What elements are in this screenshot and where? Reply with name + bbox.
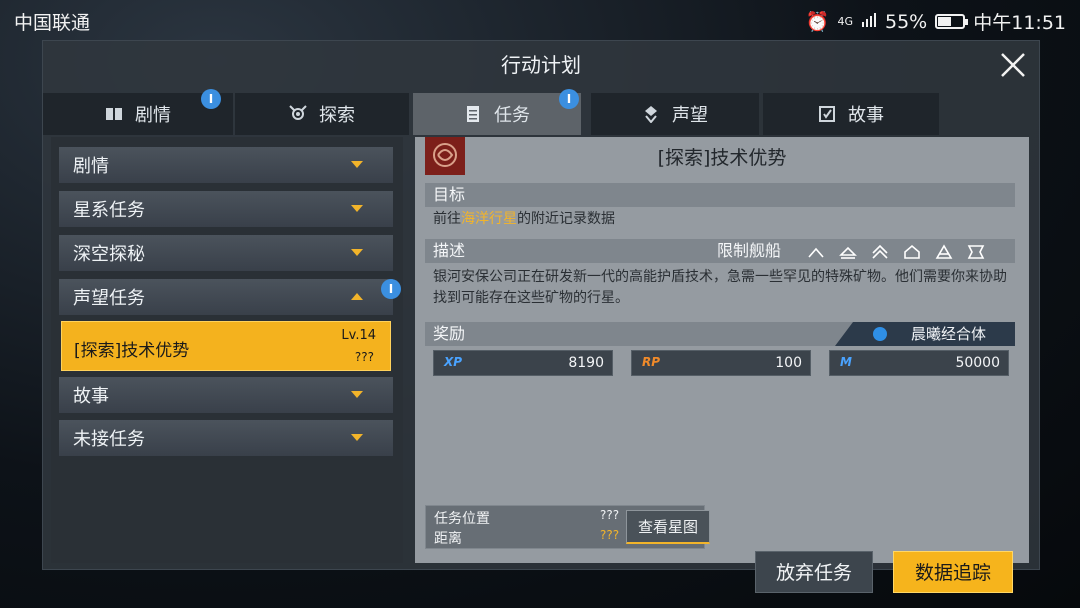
abandon-quest-button[interactable]: 放弃任务 [755, 551, 873, 593]
tab-label: 声望 [672, 105, 708, 126]
chevron-down-icon [351, 205, 363, 212]
reward-currency: M 50000 [829, 350, 1009, 376]
mission-icon [464, 105, 482, 123]
tab-label: 故事 [848, 105, 884, 126]
reward-key: RP [642, 355, 661, 369]
status-right: ⏰ 4G 55% 中午11:51 [806, 8, 1066, 35]
quest-name: [探索]技术优势 [74, 341, 190, 361]
description-text: 银河安保公司正在研发新一代的高能护盾技术，急需一些罕见的特殊矿物。他们需要你来协… [433, 269, 1007, 306]
reward-value: 8190 [568, 355, 604, 371]
category-label: 星系任务 [73, 200, 145, 221]
chevron-down-icon [351, 434, 363, 441]
ship-class-icon [871, 243, 889, 259]
reward-faction-banner: 晨曦经合体 [835, 322, 1015, 346]
view-starmap-button[interactable]: 查看星图 [626, 510, 710, 544]
tab-mission[interactable]: 任务 I [413, 89, 581, 135]
tab-bar: 剧情 I 探索 任务 I 声望 故事 [43, 89, 939, 135]
tab-story[interactable]: 剧情 I [43, 89, 233, 135]
reward-value: 50000 [955, 355, 1000, 371]
ship-class-icon [807, 243, 825, 259]
window-title: 行动计划 [501, 53, 581, 77]
chevron-down-icon [351, 391, 363, 398]
ship-class-icon [839, 243, 857, 259]
ship-class-icon [903, 243, 921, 259]
objective-header: 目标 [425, 183, 1015, 207]
description-header: 描述 限制舰船 [425, 239, 1015, 263]
clock: 中午11:51 [973, 12, 1066, 34]
ship-class-icon [967, 243, 985, 259]
objective-prefix: 前往 [433, 211, 461, 227]
chevron-down-icon [351, 249, 363, 256]
tab-label: 任务 [494, 105, 530, 126]
category-story-log[interactable]: 故事 [59, 377, 393, 413]
quest-title: [探索]技术优势 [657, 147, 787, 169]
battery-icon [935, 14, 969, 29]
location-label: 任务位置 [434, 511, 490, 527]
ship-restriction-label: 限制舰船 [717, 241, 782, 260]
chevron-up-icon [351, 293, 363, 300]
tab-reputation[interactable]: 声望 [591, 93, 759, 135]
status-bar: 中国联通 ⏰ 4G 55% 中午11:51 [0, 0, 1080, 40]
action-plan-window: 行动计划 剧情 I 探索 任务 I 声望 故事 剧情 星系任务 深空探秘 声望任… [42, 40, 1040, 593]
ship-class-icon [935, 243, 953, 259]
book-icon [105, 105, 123, 123]
location-value: ??? [600, 508, 620, 522]
category-label: 剧情 [73, 156, 109, 177]
battery-fill [938, 17, 952, 26]
distance-label: 距离 [434, 531, 462, 547]
distance-value: ??? [600, 528, 620, 542]
notification-badge: I [381, 279, 401, 299]
reward-xp: XP 8190 [433, 350, 613, 376]
category-reputation[interactable]: 声望任务 I [59, 279, 401, 315]
quest-location-box: 任务位置 距离 ??? ??? 查看星图 [425, 505, 710, 549]
description-header-label: 描述 [433, 241, 466, 260]
quest-level: Lv.14 [341, 328, 376, 343]
alarm-icon: ⏰ [805, 11, 830, 33]
story-icon [818, 105, 836, 123]
reward-header-label: 奖励 [433, 324, 466, 343]
signal-icon [861, 11, 877, 33]
carrier-name: 中国联通 [14, 12, 91, 34]
category-label: 声望任务 [73, 288, 145, 309]
category-deep-space[interactable]: 深空探秘 [59, 235, 393, 271]
quest-detail-panel: [探索]技术优势 目标 前往海洋行星的附近记录数据 描述 限制舰船 银河安保公司… [415, 137, 1029, 593]
notification-badge: I [201, 89, 221, 109]
network-label: 4G [837, 15, 853, 28]
tab-label: 探索 [319, 105, 355, 126]
battery-percent: 55% [885, 10, 928, 33]
category-panel: 剧情 星系任务 深空探秘 声望任务 I [探索]技术优势 Lv.14 ??? 故… [51, 137, 403, 563]
category-label: 未接任务 [73, 429, 145, 450]
reputation-icon [642, 105, 660, 123]
track-quest-button[interactable]: 数据追踪 [893, 551, 1013, 593]
objective-suffix: 的附近记录数据 [517, 211, 615, 227]
objective-text: 前往海洋行星的附近记录数据 [433, 209, 615, 230]
reward-faction-name: 晨曦经合体 [911, 325, 987, 343]
quest-unknown: ??? [354, 350, 374, 364]
objective-highlight: 海洋行星 [461, 211, 517, 227]
close-icon[interactable] [999, 51, 1027, 79]
category-galaxy[interactable]: 星系任务 [59, 191, 393, 227]
category-story[interactable]: 剧情 [59, 147, 393, 183]
reward-key: M [840, 355, 852, 369]
chevron-down-icon [351, 161, 363, 168]
objective-header-label: 目标 [433, 185, 466, 204]
tab-story-log[interactable]: 故事 [763, 93, 939, 135]
category-unaccepted[interactable]: 未接任务 [59, 420, 393, 456]
notification-badge: I [559, 89, 579, 109]
reward-key: XP [444, 355, 463, 369]
tab-label: 剧情 [135, 105, 171, 126]
category-label: 故事 [73, 386, 109, 407]
quest-list-item-selected[interactable]: [探索]技术优势 Lv.14 ??? [61, 321, 391, 371]
reward-rp: RP 100 [631, 350, 811, 376]
explore-icon [289, 105, 307, 123]
reward-value: 100 [775, 355, 802, 371]
tab-explore[interactable]: 探索 [235, 93, 409, 135]
category-label: 深空探秘 [73, 244, 145, 265]
faction-icon [873, 327, 887, 341]
